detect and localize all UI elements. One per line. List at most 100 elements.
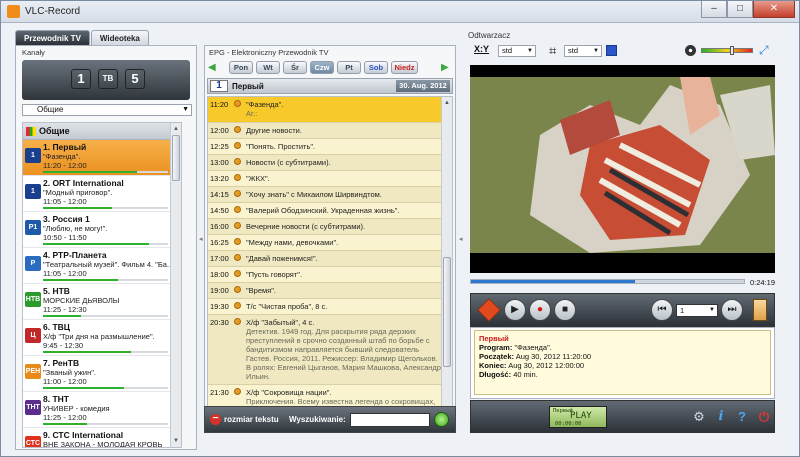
channel-item[interactable]: 1 2. ORT International "Модный приговор". 1…	[23, 176, 181, 212]
volume-knob-icon[interactable]	[685, 45, 696, 56]
program-alarm-icon[interactable]	[234, 286, 241, 293]
previous-channel-button[interactable]: ⏮	[651, 299, 673, 321]
channel-list-scrollbar[interactable]: ▲ ▼	[170, 123, 181, 447]
program-alarm-icon[interactable]	[234, 222, 241, 229]
info-icon[interactable]: i	[713, 409, 729, 425]
channel-item[interactable]: Ц 6. ТВЦ Х/ф "Три дня на размышление". 9:45…	[23, 320, 181, 356]
day-tab[interactable]: Pt	[337, 61, 361, 74]
minimize-button[interactable]: –	[701, 1, 727, 18]
channel-item[interactable]: ТНТ 8. ТНТ УНИВЕР - комедия 11:25 - 12:00	[23, 392, 181, 428]
channel-group-select[interactable]: Общие ▼	[22, 104, 192, 116]
app-window: VLC-Record – □ ✕ Przewodnik TV Wideoteka…	[0, 0, 800, 457]
quick-channel-1-button[interactable]: 1	[71, 69, 91, 89]
crop-select[interactable]: std ▼	[564, 45, 602, 57]
channel-item[interactable]: РЕН 7. РенТВ "Званый ужин". 11:00 - 12:00	[23, 356, 181, 392]
program-alarm-icon[interactable]	[234, 100, 241, 107]
program-alarm-icon[interactable]	[234, 158, 241, 165]
scroll-thumb[interactable]	[443, 257, 451, 367]
video-frame	[470, 65, 775, 273]
epg-search-input[interactable]	[350, 413, 430, 427]
record-badge-icon[interactable]	[477, 298, 501, 322]
tab-video-library[interactable]: Wideoteka	[90, 30, 149, 45]
epg-program-row[interactable]: 14:50 "Валерий Ободзинский. Украденная жи…	[208, 203, 452, 219]
day-tab[interactable]: Sob	[364, 61, 388, 74]
channel-group-header[interactable]: Общие	[23, 123, 181, 140]
stop-button[interactable]: ■	[554, 299, 576, 321]
text-size-label[interactable]: rozmiar tekstu	[224, 415, 279, 424]
right-splitter[interactable]: ◂	[458, 45, 464, 450]
program-alarm-icon[interactable]	[234, 206, 241, 213]
aspect-ratio-select[interactable]: std ▼	[498, 45, 536, 57]
day-tab[interactable]: Śr	[283, 61, 307, 74]
gear-icon[interactable]: ⚙	[691, 409, 707, 425]
play-button[interactable]: ▶	[504, 299, 526, 321]
chevron-down-icon: ▼	[527, 48, 533, 54]
program-alarm-icon[interactable]	[234, 174, 241, 181]
volume-slider[interactable]	[701, 46, 753, 55]
day-tab[interactable]: Pon	[229, 61, 253, 74]
next-channel-button[interactable]: ⏭	[721, 299, 743, 321]
search-icon[interactable]	[434, 412, 449, 427]
program-alarm-icon[interactable]	[234, 254, 241, 261]
epg-program-row[interactable]: 20:30 Х/ф "Забытый", 4 с. Детектив. 1949 г…	[208, 315, 452, 385]
program-alarm-icon[interactable]	[234, 238, 241, 245]
channel-current-program: Х/ф "Три дня на размышление".	[43, 332, 155, 341]
channel-item[interactable]: СТС 9. СТС International ВНЕ ЗАКОНА - МОЛО…	[23, 428, 181, 447]
decrease-text-size-icon[interactable]: −	[210, 414, 221, 425]
program-start-time: 12:25	[210, 142, 229, 151]
epg-program-list[interactable]: 11:20 "Фазенда". Ar.: 12:00 Другие новости. 1…	[207, 96, 453, 430]
epg-program-row[interactable]: 13:20 "ЖКХ".	[208, 171, 452, 187]
program-alarm-icon[interactable]	[234, 318, 241, 325]
channel-item[interactable]: Р1 3. Россия 1 "Люблю, не могу!". 10:50 - 1…	[23, 212, 181, 248]
epg-program-row[interactable]: 12:00 Другие новости.	[208, 123, 452, 139]
quick-channel-5-button[interactable]: 5	[125, 69, 145, 89]
program-title: "ЖКХ".	[246, 174, 270, 183]
channel-number-select[interactable]: 1 ▼	[676, 304, 718, 317]
next-day-arrow-icon[interactable]: ▶	[441, 62, 449, 73]
power-icon[interactable]: ⏻	[756, 409, 772, 425]
video-view[interactable]	[470, 65, 775, 273]
channel-item[interactable]: 1 1. Первый "Фазенда". 11:20 - 12:00	[23, 140, 181, 176]
program-alarm-icon[interactable]	[234, 190, 241, 197]
save-icon[interactable]	[606, 45, 617, 56]
day-tab[interactable]: Niedz	[391, 61, 418, 74]
epg-program-row[interactable]: 12:25 "Понять. Простить".	[208, 139, 452, 155]
scroll-up-icon[interactable]: ▲	[172, 125, 180, 133]
program-alarm-icon[interactable]	[234, 126, 241, 133]
schedule-icon[interactable]	[753, 299, 767, 321]
title-bar[interactable]: VLC-Record – □ ✕	[1, 1, 799, 23]
day-tab[interactable]: Czw	[310, 61, 334, 74]
playback-progress-bar[interactable]	[470, 279, 745, 284]
collapse-left-icon[interactable]: ◂	[199, 235, 203, 243]
day-tab[interactable]: Wt	[256, 61, 280, 74]
tab-tv-guide[interactable]: Przewodnik TV	[15, 30, 90, 45]
undock-icon[interactable]: ⤢	[759, 43, 769, 58]
quick-channel-ntv-button[interactable]: ТВ	[98, 69, 118, 89]
program-alarm-icon[interactable]	[234, 270, 241, 277]
collapse-right-icon[interactable]: ◂	[459, 235, 463, 243]
epg-program-row[interactable]: 14:15 "Хочу знать" с Михаилом Ширвиндтом.	[208, 187, 452, 203]
record-button[interactable]: ●	[529, 299, 551, 321]
scroll-down-icon[interactable]: ▼	[172, 437, 180, 445]
epg-scrollbar[interactable]: ▲ ▼	[441, 97, 452, 429]
maximize-button[interactable]: □	[727, 1, 753, 18]
channel-item[interactable]: Р 4. РТР-Планета "Театральный музей". Филь…	[23, 248, 181, 284]
epg-program-row[interactable]: 16:25 "Между нами, девочками".	[208, 235, 452, 251]
prev-day-arrow-icon[interactable]: ◀	[208, 62, 216, 73]
epg-program-row[interactable]: 19:00 "Время".	[208, 283, 452, 299]
scroll-thumb[interactable]	[172, 135, 180, 181]
help-icon[interactable]: ?	[734, 409, 750, 425]
epg-program-row[interactable]: 16:00 Вечерние новости (с субтитрами).	[208, 219, 452, 235]
epg-program-row[interactable]: 18:00 "Пусть говорят".	[208, 267, 452, 283]
epg-program-row[interactable]: 17:00 "Давай поженимся!".	[208, 251, 452, 267]
program-alarm-icon[interactable]	[234, 388, 241, 395]
epg-program-row[interactable]: 13:00 Новости (с субтитрами).	[208, 155, 452, 171]
channel-item[interactable]: НТВ 5. НТВ МОРСКИЕ ДЬЯВОЛЫ 11:25 - 12:30	[23, 284, 181, 320]
epg-program-row[interactable]: 19:30 Т/с "Чистая проба", 8 с.	[208, 299, 452, 315]
scroll-up-icon[interactable]: ▲	[443, 99, 451, 107]
channel-list[interactable]: Общие 1 1. Первый "Фазенда". 11:20 - 12:00 1…	[22, 122, 182, 448]
program-alarm-icon[interactable]	[234, 142, 241, 149]
close-button[interactable]: ✕	[753, 1, 795, 18]
epg-program-row[interactable]: 11:20 "Фазенда". Ar.:	[208, 97, 452, 123]
program-alarm-icon[interactable]	[234, 302, 241, 309]
